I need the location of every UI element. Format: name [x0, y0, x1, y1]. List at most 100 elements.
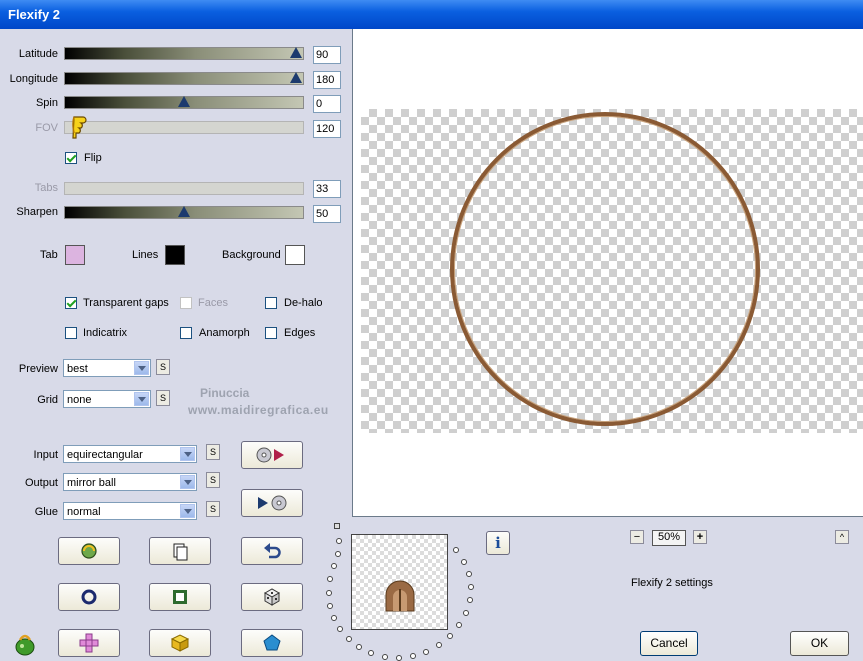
orbit-dot[interactable]	[335, 551, 341, 557]
glue-select[interactable]: normal	[63, 502, 197, 520]
navigator-handle[interactable]	[334, 523, 340, 529]
fov-slider	[64, 121, 304, 134]
grid-select[interactable]: none	[63, 390, 151, 408]
orbit-dot[interactable]	[410, 653, 416, 659]
chevron-down-icon[interactable]	[180, 447, 195, 461]
tab-color-swatch[interactable]	[65, 245, 85, 265]
flip-checkbox[interactable]	[65, 152, 77, 164]
output-save-button[interactable]: S	[206, 472, 220, 488]
orbit-dot[interactable]	[327, 576, 333, 582]
pentagon-button[interactable]	[241, 629, 303, 657]
tabs-value[interactable]: 33	[313, 180, 341, 198]
lines-color-swatch[interactable]	[165, 245, 185, 265]
square-shape-button[interactable]	[149, 583, 211, 611]
orbit-dot[interactable]	[467, 597, 473, 603]
cube-net-button[interactable]	[58, 629, 120, 657]
preview-canvas[interactable]	[352, 29, 863, 517]
info-button[interactable]: i	[486, 531, 510, 555]
output-select[interactable]: mirror ball	[63, 473, 197, 491]
ok-button[interactable]: OK	[790, 631, 849, 656]
zoom-out-button[interactable]: −	[630, 530, 644, 544]
fov-value[interactable]: 120	[313, 120, 341, 138]
zoom-in-button[interactable]: +	[693, 530, 707, 544]
latitude-value[interactable]: 90	[313, 46, 341, 64]
orbit-dot[interactable]	[447, 633, 453, 639]
sharpen-label: Sharpen	[16, 206, 58, 218]
orbit-dot[interactable]	[463, 610, 469, 616]
output-play-button[interactable]	[241, 489, 303, 517]
orbit-dot[interactable]	[368, 650, 374, 656]
orbit-dot[interactable]	[346, 636, 352, 642]
watermark-line1: Pinuccia	[200, 386, 250, 400]
dice-icon	[263, 588, 281, 606]
preview-save-button[interactable]: S	[156, 359, 170, 375]
orbit-dot[interactable]	[466, 571, 472, 577]
chevron-down-icon[interactable]	[134, 361, 149, 375]
settings-name: Flexify 2 settings	[631, 577, 713, 589]
thumbnail-preview[interactable]	[351, 534, 448, 630]
spin-value[interactable]: 0	[313, 95, 341, 113]
sharpen-slider[interactable]	[64, 206, 304, 219]
orbit-dot[interactable]	[331, 615, 337, 621]
orbit-dot[interactable]	[327, 603, 333, 609]
faces-checkbox	[180, 297, 192, 309]
longitude-slider[interactable]	[64, 72, 304, 85]
collapse-button[interactable]: ^	[835, 530, 849, 544]
chevron-down-icon[interactable]	[134, 392, 149, 406]
cube-button[interactable]	[149, 629, 211, 657]
input-play-button[interactable]	[241, 441, 303, 469]
input-select[interactable]: equirectangular	[63, 445, 197, 463]
de-halo-checkbox[interactable]	[265, 297, 277, 309]
circle-shape-button[interactable]	[58, 583, 120, 611]
indicatrix-checkbox[interactable]	[65, 327, 77, 339]
orbit-dot[interactable]	[453, 547, 459, 553]
orbit-dot[interactable]	[356, 644, 362, 650]
background-color-swatch[interactable]	[285, 245, 305, 265]
orbit-dot[interactable]	[336, 538, 342, 544]
sharpen-slider-thumb[interactable]	[178, 206, 190, 217]
glue-select-value: normal	[67, 506, 101, 518]
orbit-dot[interactable]	[468, 584, 474, 590]
latitude-slider-thumb[interactable]	[290, 47, 302, 58]
longitude-slider-thumb[interactable]	[290, 72, 302, 83]
preview-select[interactable]: best	[63, 359, 151, 377]
orbit-dot[interactable]	[382, 654, 388, 660]
tab-color-label: Tab	[40, 249, 58, 261]
orbit-dot[interactable]	[423, 649, 429, 655]
spin-label: Spin	[35, 97, 58, 109]
chevron-down-icon[interactable]	[180, 475, 195, 489]
tabs-slider	[64, 182, 304, 195]
chevron-down-icon[interactable]	[180, 504, 195, 518]
spin-slider[interactable]	[64, 96, 304, 109]
undo-button[interactable]	[241, 537, 303, 565]
randomize-button[interactable]	[58, 537, 120, 565]
input-save-button[interactable]: S	[206, 444, 220, 460]
transparent-gaps-checkbox[interactable]	[65, 297, 77, 309]
tabs-label: Tabs	[34, 182, 58, 194]
orbit-dot[interactable]	[331, 563, 337, 569]
watermark-line2: www.maidiregrafica.eu	[188, 403, 329, 417]
glue-label: Glue	[34, 506, 58, 518]
info-icon: i	[495, 534, 501, 552]
circle-icon	[81, 589, 97, 605]
edges-checkbox[interactable]	[265, 327, 277, 339]
play-to-cd-icon	[258, 495, 287, 511]
spin-slider-thumb[interactable]	[178, 96, 190, 107]
dice-button[interactable]	[241, 583, 303, 611]
copy-button[interactable]	[149, 537, 211, 565]
orbit-dot[interactable]	[337, 626, 343, 632]
de-halo-label: De-halo	[284, 297, 323, 309]
longitude-value[interactable]: 180	[313, 71, 341, 89]
lines-color-label: Lines	[132, 249, 159, 261]
orbit-dot[interactable]	[326, 590, 332, 596]
orbit-dot[interactable]	[396, 655, 402, 661]
orbit-dot[interactable]	[461, 559, 467, 565]
orbit-dot[interactable]	[456, 622, 462, 628]
anamorph-checkbox[interactable]	[180, 327, 192, 339]
orbit-dot[interactable]	[436, 642, 442, 648]
latitude-slider[interactable]	[64, 47, 304, 60]
grid-save-button[interactable]: S	[156, 390, 170, 406]
cancel-button[interactable]: Cancel	[640, 631, 698, 656]
sharpen-value[interactable]: 50	[313, 205, 341, 223]
glue-save-button[interactable]: S	[206, 501, 220, 517]
